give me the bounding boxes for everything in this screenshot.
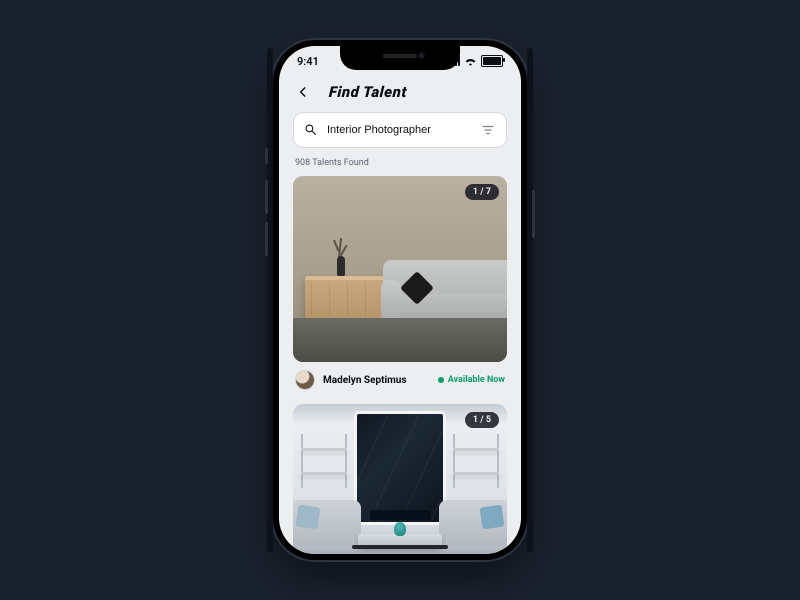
back-button[interactable] xyxy=(293,82,313,102)
avatar xyxy=(295,370,315,390)
floor-decor xyxy=(293,318,507,362)
portfolio-image xyxy=(293,176,507,362)
power-button xyxy=(532,190,535,238)
phone-frame: 9:41 Find Talent xyxy=(273,40,527,560)
sofa-left-decor xyxy=(293,500,361,546)
talent-card[interactable]: 1 / 7 xyxy=(293,176,507,362)
availability-badge: Available Now xyxy=(438,375,505,385)
vase-decor xyxy=(337,256,345,276)
search-input[interactable] xyxy=(325,123,472,137)
screen: 9:41 Find Talent xyxy=(279,46,521,554)
home-indicator[interactable] xyxy=(352,545,448,549)
availability-label: Available Now xyxy=(448,375,505,385)
talent-name: Madelyn Septimus xyxy=(323,375,407,386)
battery-icon xyxy=(481,55,503,67)
wifi-icon xyxy=(464,56,477,66)
volume-up-button xyxy=(265,180,268,214)
notch xyxy=(340,46,460,70)
page-header: Find Talent xyxy=(293,82,507,102)
phone-rail-right xyxy=(527,48,533,552)
talent-card[interactable]: 1 / 5 xyxy=(293,404,507,554)
phone-rail-left xyxy=(267,48,273,552)
vase-decor xyxy=(394,522,406,536)
talent-card-meta: Madelyn Septimus Available Now xyxy=(293,362,507,402)
content-column: Find Talent 908 Talents Found 1 / 7 xyxy=(279,46,521,554)
results-count: 908 Talents Found xyxy=(295,158,505,168)
status-dot-icon xyxy=(438,377,444,383)
filter-button[interactable] xyxy=(480,122,496,138)
search-field[interactable] xyxy=(293,112,507,148)
feature-wall-decor xyxy=(357,414,443,522)
image-pager: 1 / 7 xyxy=(465,184,499,200)
filter-icon xyxy=(481,123,495,137)
sofa-right-decor xyxy=(439,500,507,546)
page-title: Find Talent xyxy=(328,83,407,101)
chevron-left-icon xyxy=(296,85,310,99)
volume-down-button xyxy=(265,222,268,256)
status-time: 9:41 xyxy=(297,55,319,68)
mute-switch xyxy=(265,148,268,164)
image-pager: 1 / 5 xyxy=(465,412,499,428)
stage: 9:41 Find Talent xyxy=(0,0,800,600)
search-icon xyxy=(304,121,317,140)
talent-user[interactable]: Madelyn Septimus xyxy=(295,370,407,390)
earpiece xyxy=(383,54,417,58)
front-camera xyxy=(418,52,425,59)
